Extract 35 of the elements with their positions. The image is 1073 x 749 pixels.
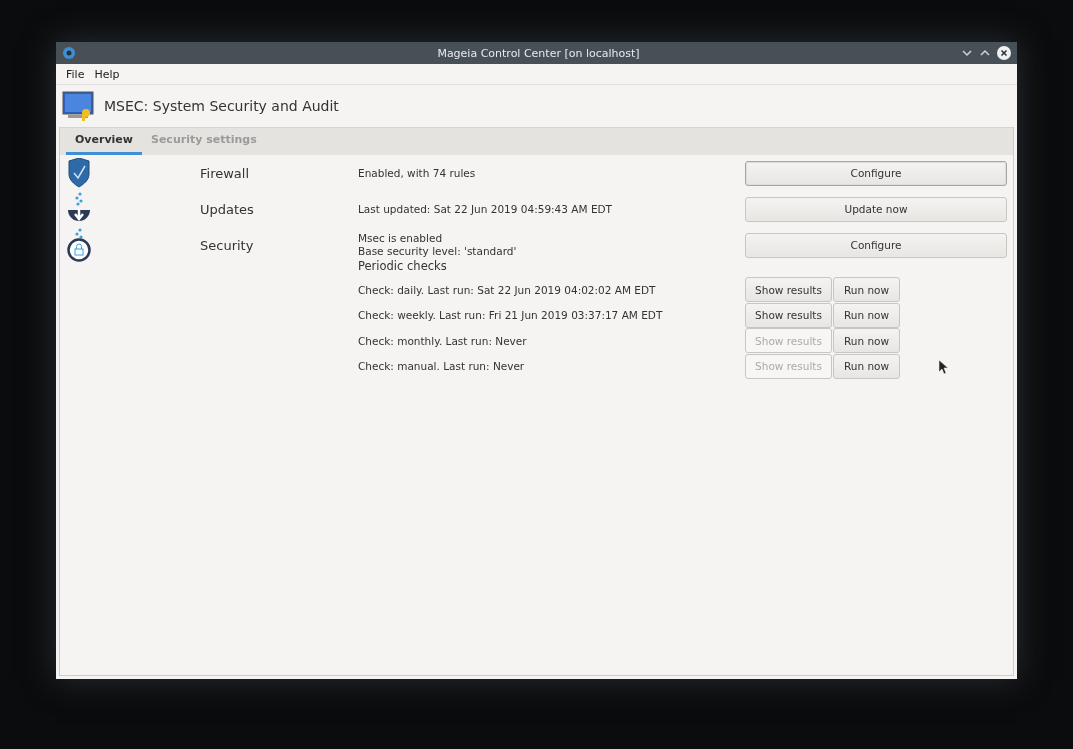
check-status-text: Check: daily. Last run: Sat 22 Jun 2019 04:02:02 AM EDT <box>358 283 657 296</box>
status-text: Msec is enabled <box>358 232 444 245</box>
status-text: Last updated: Sat 22 Jun 2019 04:59:43 AM EDT <box>358 202 613 216</box>
show-results-button[interactable]: Show results <box>745 302 832 328</box>
section-title: Updates <box>200 201 255 217</box>
action-button[interactable]: Configure <box>745 160 1007 186</box>
action-button[interactable]: Update now <box>745 196 1007 222</box>
run-now-button[interactable]: Run now <box>833 302 900 328</box>
minimize-icon <box>961 47 973 59</box>
page-title: MSEC: System Security and Audit <box>104 98 339 114</box>
menu-item[interactable]: Help <box>94 67 120 81</box>
monitor-icon <box>62 91 94 121</box>
show-results-button[interactable]: Show results <box>745 277 832 303</box>
run-now-button[interactable]: Run now <box>833 353 900 379</box>
status-text: Base security level: 'standard' <box>358 245 518 258</box>
section-title: Security <box>200 237 255 253</box>
shield-check-icon <box>66 158 92 188</box>
show-results-button: Show results <box>745 353 832 379</box>
run-now-button[interactable]: Run now <box>833 277 900 303</box>
tab[interactable]: Overview <box>66 133 142 155</box>
menu-item[interactable]: File <box>66 67 85 81</box>
status-text: Enabled, with 74 rules <box>358 166 477 180</box>
mouse-pointer-icon <box>938 359 948 375</box>
show-results-button: Show results <box>745 328 832 354</box>
section-title: Firewall <box>200 165 251 181</box>
run-now-button[interactable]: Run now <box>833 328 900 354</box>
check-status-text: Check: weekly. Last run: Fri 21 Jun 2019 03:37:17 AM EDT <box>358 309 664 322</box>
check-status-text: Check: manual. Last run: Never <box>358 360 526 373</box>
periodic-checks-heading: Periodic checks <box>358 259 448 275</box>
window-title: Mageia Control Center [on localhost] <box>436 46 641 60</box>
gear-icon <box>62 46 76 60</box>
action-button[interactable]: Configure <box>745 232 1007 258</box>
check-status-text: Check: monthly. Last run: Never <box>358 334 528 347</box>
close-icon <box>997 46 1011 60</box>
lock-icon <box>66 228 92 262</box>
